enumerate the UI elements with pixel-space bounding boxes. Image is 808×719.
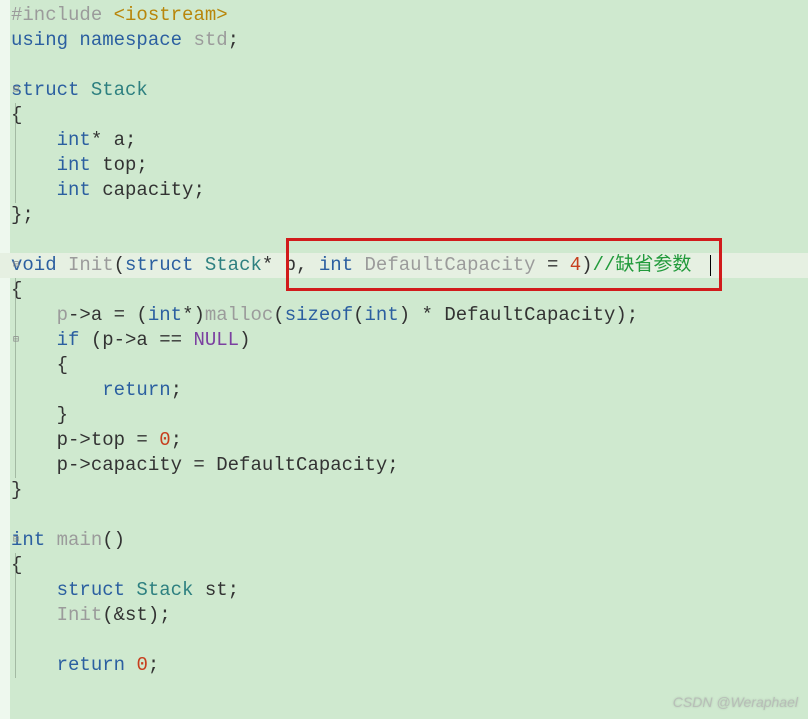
type: int bbox=[57, 179, 91, 201]
punc: ( bbox=[273, 304, 284, 326]
text: (&st); bbox=[102, 604, 170, 626]
code-line: struct Stack st; bbox=[11, 578, 808, 603]
kw: struct bbox=[125, 254, 193, 276]
brace: { bbox=[11, 279, 22, 301]
punc: ; bbox=[171, 429, 182, 451]
text: p->capacity = DefaultCapacity; bbox=[57, 454, 399, 476]
code-line: { bbox=[11, 278, 808, 303]
brace: { bbox=[11, 104, 22, 126]
code-line: ⊟struct Stack bbox=[11, 78, 808, 103]
preproc: #include bbox=[11, 4, 114, 26]
punc: () bbox=[102, 529, 125, 551]
ident: main bbox=[45, 529, 102, 551]
ident: Init bbox=[57, 604, 103, 626]
text: top; bbox=[91, 154, 148, 176]
kw: struct bbox=[11, 79, 79, 101]
type: Stack bbox=[205, 254, 262, 276]
brace: }; bbox=[11, 204, 34, 226]
gutter bbox=[0, 0, 10, 719]
brace: { bbox=[11, 554, 22, 576]
code-line: }; bbox=[11, 203, 808, 228]
code-line: p->top = 0; bbox=[11, 428, 808, 453]
text: (p->a == bbox=[79, 329, 193, 351]
kw: namespace bbox=[79, 29, 182, 51]
brace: } bbox=[57, 404, 68, 426]
number: 4 bbox=[570, 254, 581, 276]
watermark: CSDN @Weraphael bbox=[673, 690, 798, 715]
fold-icon[interactable]: ⊟ bbox=[13, 253, 19, 278]
kw: return bbox=[57, 654, 125, 676]
ident: std bbox=[193, 29, 227, 51]
fold-icon[interactable]: ⊟ bbox=[13, 528, 19, 553]
blank-line bbox=[11, 53, 808, 78]
code-line: p->capacity = DefaultCapacity; bbox=[11, 453, 808, 478]
punc: ) bbox=[581, 254, 592, 276]
type: Stack bbox=[91, 79, 148, 101]
punc: ; bbox=[171, 379, 182, 401]
text: capacity; bbox=[91, 179, 205, 201]
code-line: return 0; bbox=[11, 653, 808, 678]
include-path: <iostream> bbox=[114, 4, 228, 26]
number: 0 bbox=[136, 654, 147, 676]
text: * p, bbox=[262, 254, 319, 276]
type: int bbox=[148, 304, 182, 326]
code-line: { bbox=[11, 353, 808, 378]
code-line: } bbox=[11, 403, 808, 428]
text: ) * DefaultCapacity); bbox=[399, 304, 638, 326]
fold-icon[interactable]: ⊟ bbox=[13, 78, 19, 103]
text: st; bbox=[193, 579, 239, 601]
kw: sizeof bbox=[285, 304, 353, 326]
blank-line bbox=[11, 228, 808, 253]
brace: } bbox=[11, 479, 22, 501]
code-line: { bbox=[11, 553, 808, 578]
ident: p bbox=[57, 304, 68, 326]
code-line: #include <iostream> bbox=[11, 3, 808, 28]
text: ->a = ( bbox=[68, 304, 148, 326]
number: 0 bbox=[159, 429, 170, 451]
code-line: ⊟void Init(struct Stack* p, int DefaultC… bbox=[11, 253, 808, 278]
code-line: { bbox=[11, 103, 808, 128]
code-line: int* a; bbox=[11, 128, 808, 153]
text: p->top = bbox=[57, 429, 160, 451]
code-area[interactable]: #include <iostream> using namespace std;… bbox=[0, 0, 808, 678]
code-line: Init(&st); bbox=[11, 603, 808, 628]
kw: using bbox=[11, 29, 68, 51]
punc: ( bbox=[114, 254, 125, 276]
text: *) bbox=[182, 304, 205, 326]
code-line: return; bbox=[11, 378, 808, 403]
kw: return bbox=[102, 379, 170, 401]
comment: //缺省参数 bbox=[593, 254, 692, 276]
text-caret bbox=[710, 255, 711, 276]
blank-line bbox=[11, 628, 808, 653]
type: int bbox=[57, 129, 91, 151]
punc: ; bbox=[148, 654, 159, 676]
punc: = bbox=[547, 254, 570, 276]
text: * a; bbox=[91, 129, 137, 151]
null: NULL bbox=[193, 329, 239, 351]
type: Stack bbox=[125, 579, 193, 601]
type: int bbox=[365, 304, 399, 326]
type: int bbox=[57, 154, 91, 176]
fold-icon[interactable]: ⊟ bbox=[13, 328, 19, 353]
type: int bbox=[319, 254, 353, 276]
code-editor: #include <iostream> using namespace std;… bbox=[0, 0, 808, 719]
code-line: int top; bbox=[11, 153, 808, 178]
ident: Init bbox=[68, 254, 114, 276]
punc: ; bbox=[228, 29, 239, 51]
brace: { bbox=[57, 354, 68, 376]
text: ) bbox=[239, 329, 250, 351]
code-line: ⊟int main() bbox=[11, 528, 808, 553]
code-line: int capacity; bbox=[11, 178, 808, 203]
code-line: ⊟ if (p->a == NULL) bbox=[11, 328, 808, 353]
code-line: using namespace std; bbox=[11, 28, 808, 53]
code-line: p->a = (int*)malloc(sizeof(int) * Defaul… bbox=[11, 303, 808, 328]
blank-line bbox=[11, 503, 808, 528]
param: DefaultCapacity bbox=[353, 254, 547, 276]
ident: malloc bbox=[205, 304, 273, 326]
code-line: } bbox=[11, 478, 808, 503]
punc: ( bbox=[353, 304, 364, 326]
kw: struct bbox=[57, 579, 125, 601]
kw: if bbox=[57, 329, 80, 351]
